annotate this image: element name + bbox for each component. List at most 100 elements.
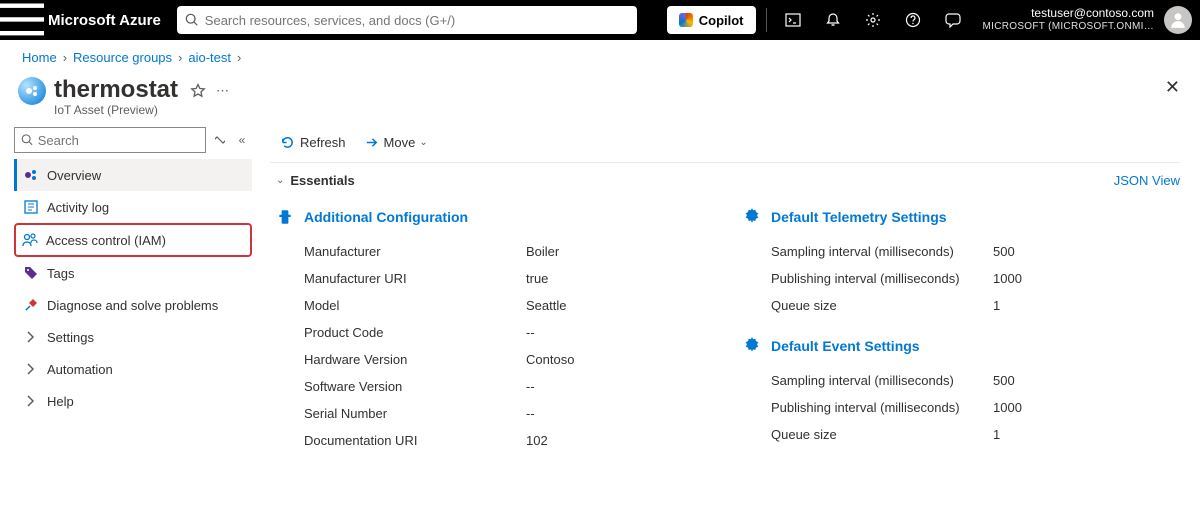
sidebar-item-overview[interactable]: Overview <box>14 159 252 191</box>
command-bar: Refresh Move ⌄ <box>270 127 1180 163</box>
property-value: true <box>526 271 548 286</box>
property-row: Documentation URI102 <box>276 427 713 454</box>
sidebar-item-label: Diagnose and solve problems <box>47 298 218 313</box>
property-key: Manufacturer URI <box>276 271 526 286</box>
resource-menu-sidebar: « Overview Activity log Access control (… <box>0 127 260 516</box>
property-row: Publishing interval (milliseconds)1000 <box>743 394 1180 421</box>
breadcrumb-resource-groups[interactable]: Resource groups <box>69 50 176 65</box>
sidebar-search-input[interactable] <box>38 133 199 148</box>
settings-button[interactable] <box>853 0 893 40</box>
property-row: Serial Number-- <box>276 400 713 427</box>
move-button[interactable]: Move ⌄ <box>364 135 428 150</box>
property-row: Sampling interval (milliseconds)500 <box>743 367 1180 394</box>
activity-log-icon <box>23 199 39 215</box>
brand-label: Microsoft Azure <box>44 12 169 29</box>
property-key: Manufacturer <box>276 244 526 259</box>
global-search-input[interactable] <box>205 13 629 28</box>
sidebar-item-help[interactable]: Help <box>14 385 252 417</box>
additional-configuration-section: Additional Configuration ManufacturerBoi… <box>276 200 713 454</box>
property-row: Manufacturer URItrue <box>276 265 713 292</box>
notifications-button[interactable] <box>813 0 853 40</box>
property-row: Publishing interval (milliseconds)1000 <box>743 265 1180 292</box>
essentials-toggle[interactable]: ⌄ Essentials JSON View <box>270 163 1180 200</box>
diagnose-icon <box>23 297 39 313</box>
access-control-icon <box>22 232 38 248</box>
sidebar-search[interactable] <box>14 127 206 153</box>
account-email: testuser@contoso.com <box>1031 7 1154 21</box>
sidebar-item-tags[interactable]: Tags <box>14 257 252 289</box>
property-row: Queue size1 <box>743 421 1180 448</box>
divider <box>766 8 767 32</box>
property-value: 1 <box>993 427 1000 442</box>
sidebar-item-label: Access control (IAM) <box>46 233 166 248</box>
global-search[interactable] <box>177 6 637 34</box>
property-value: -- <box>526 325 535 340</box>
chevron-right-icon <box>23 361 39 377</box>
property-value: -- <box>526 406 535 421</box>
property-row: Product Code-- <box>276 319 713 346</box>
sidebar-item-access-control[interactable]: Access control (IAM) <box>14 223 252 257</box>
cloud-shell-button[interactable] <box>773 0 813 40</box>
collapse-sidebar-button[interactable]: « <box>232 133 252 147</box>
main-content: Refresh Move ⌄ ⌄ Essentials JSON View Ad… <box>260 127 1200 516</box>
property-value: 500 <box>993 244 1015 259</box>
property-row: Queue size1 <box>743 292 1180 319</box>
property-key: Sampling interval (milliseconds) <box>743 244 993 259</box>
expand-collapse-icon <box>215 133 225 147</box>
property-key: Publishing interval (milliseconds) <box>743 400 993 415</box>
resource-type-icon <box>18 77 46 105</box>
hamburger-menu-button[interactable] <box>0 0 44 40</box>
sidebar-item-automation[interactable]: Automation <box>14 353 252 385</box>
chevron-right-icon <box>23 329 39 345</box>
breadcrumb-aio-test[interactable]: aio-test <box>184 50 235 65</box>
more-actions-button[interactable]: ⋯ <box>216 83 229 99</box>
json-view-link[interactable]: JSON View <box>1114 173 1180 188</box>
copilot-button[interactable]: Copilot <box>667 6 756 34</box>
refresh-label: Refresh <box>300 135 346 150</box>
property-row: ModelSeattle <box>276 292 713 319</box>
sidebar-item-label: Tags <box>47 266 74 281</box>
avatar[interactable] <box>1164 6 1192 34</box>
property-value: Seattle <box>526 298 566 313</box>
sidebar-item-label: Activity log <box>47 200 109 215</box>
chevron-down-icon: ⌄ <box>276 175 284 186</box>
property-row: Sampling interval (milliseconds)500 <box>743 238 1180 265</box>
sidebar-item-settings[interactable]: Settings <box>14 321 252 353</box>
essentials-label: Essentials <box>290 173 354 188</box>
move-label: Move <box>384 135 416 150</box>
sidebar-item-diagnose[interactable]: Diagnose and solve problems <box>14 289 252 321</box>
sidebar-item-label: Automation <box>47 362 113 377</box>
search-icon <box>185 13 199 27</box>
configuration-icon <box>276 208 294 226</box>
chevron-down-icon: ⌄ <box>419 137 427 148</box>
sidebar-item-activity-log[interactable]: Activity log <box>14 191 252 223</box>
resource-header: thermostat IoT Asset (Preview) ⋯ ✕ <box>0 71 1200 127</box>
property-value: -- <box>526 379 535 394</box>
property-key: Product Code <box>276 325 526 340</box>
property-key: Queue size <box>743 298 993 313</box>
refresh-icon <box>280 135 295 150</box>
account-tenant: MICROSOFT (MICROSOFT.ONMI… <box>983 21 1155 33</box>
close-blade-button[interactable]: ✕ <box>1165 77 1180 98</box>
favorite-button[interactable] <box>190 83 206 102</box>
property-value: 500 <box>993 373 1015 388</box>
expand-collapse-toggle[interactable] <box>208 133 232 147</box>
person-icon <box>1169 11 1187 29</box>
chevron-right-icon: › <box>61 50 69 65</box>
event-settings-section: Default Event Settings Sampling interval… <box>743 337 1180 448</box>
account-block[interactable]: testuser@contoso.com MICROSOFT (MICROSOF… <box>973 7 1161 32</box>
sidebar-item-label: Settings <box>47 330 94 345</box>
breadcrumb-home[interactable]: Home <box>18 50 61 65</box>
overview-icon <box>23 167 39 183</box>
property-value: 1 <box>993 298 1000 313</box>
property-key: Documentation URI <box>276 433 526 448</box>
chevron-right-icon: › <box>235 50 243 65</box>
help-button[interactable] <box>893 0 933 40</box>
property-row: Software Version-- <box>276 373 713 400</box>
page-subtitle: IoT Asset (Preview) <box>54 103 178 117</box>
chevron-right-icon: › <box>176 50 184 65</box>
gear-icon <box>743 337 761 355</box>
sidebar-item-label: Overview <box>47 168 101 183</box>
feedback-button[interactable] <box>933 0 973 40</box>
refresh-button[interactable]: Refresh <box>280 135 346 150</box>
